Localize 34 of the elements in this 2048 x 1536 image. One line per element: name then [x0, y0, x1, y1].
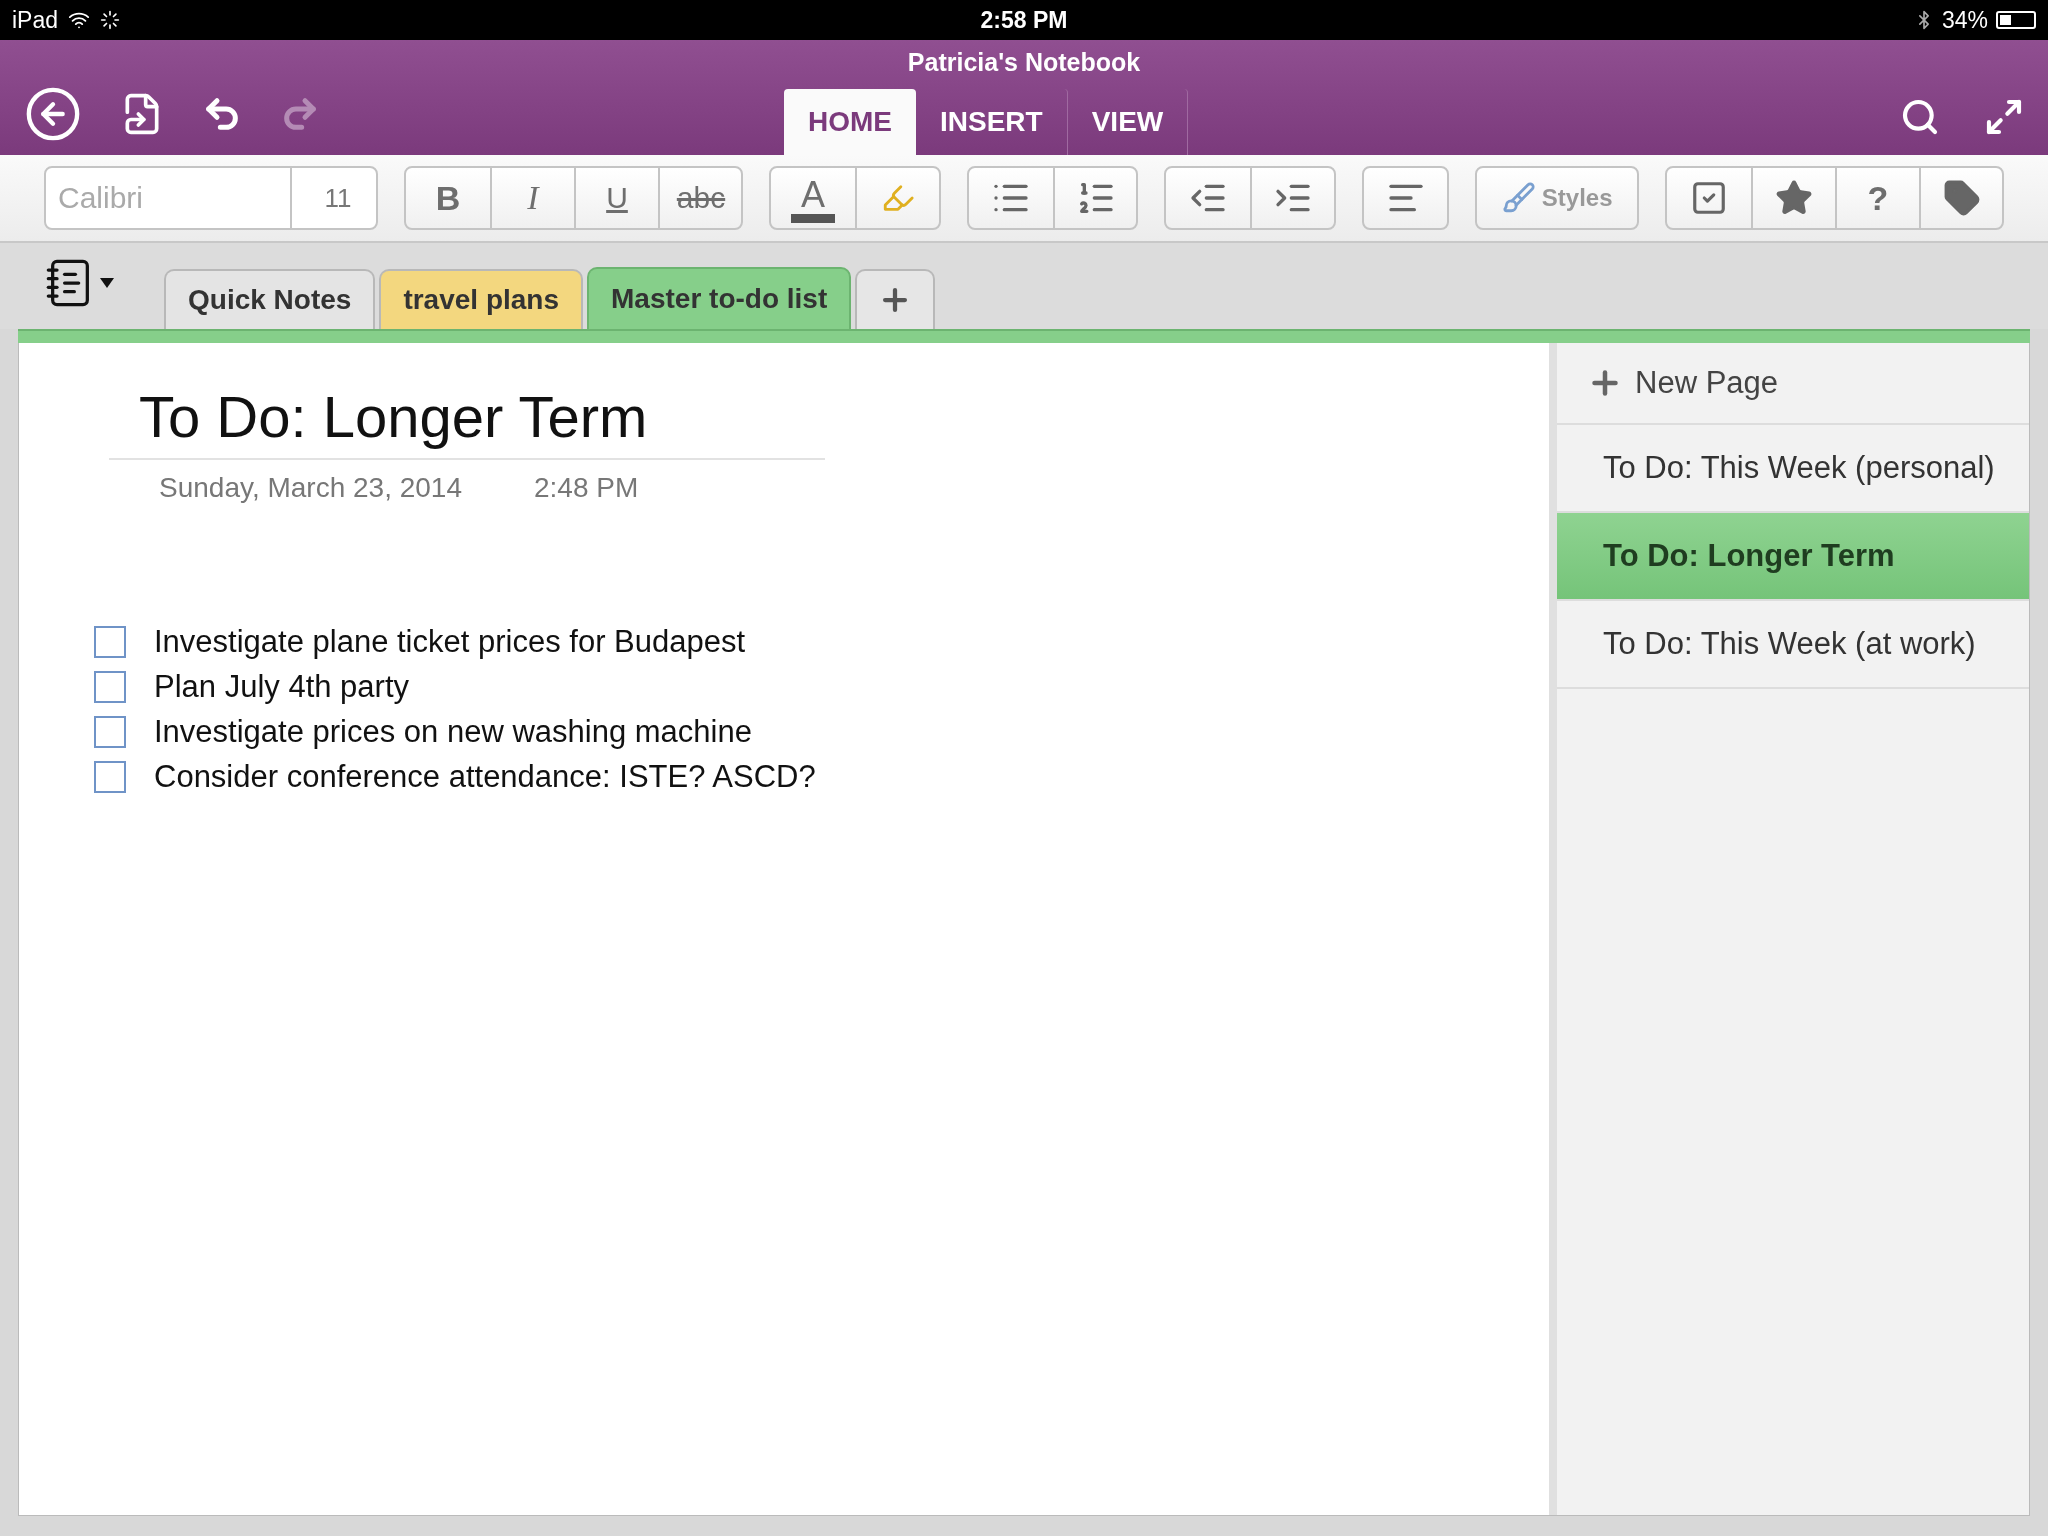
note-date: Sunday, March 23, 2014: [159, 472, 462, 504]
expand-icon[interactable]: [1984, 97, 2024, 137]
add-section-icon[interactable]: [855, 269, 936, 329]
todo-checkbox[interactable]: [94, 716, 126, 748]
section-tab[interactable]: travel plans: [379, 269, 584, 329]
todo-text: Investigate plane ticket prices for Budapest: [154, 624, 746, 660]
todo-text: Investigate prices on new washing machine: [154, 714, 752, 750]
search-icon[interactable]: [1900, 97, 1940, 137]
note-time: 2:48 PM: [534, 472, 639, 504]
section-tab[interactable]: Master to-do list: [587, 267, 852, 329]
todo-text: Consider conference attendance: ISTE? ASCD?: [154, 759, 816, 795]
ribbon-tab[interactable]: HOME: [784, 89, 916, 155]
battery-percent: 34%: [1941, 6, 1988, 34]
activity-icon: [100, 10, 121, 30]
notebook-icon[interactable]: [44, 257, 114, 309]
device-name: iPad: [12, 6, 59, 34]
section-tab[interactable]: Quick Notes: [164, 269, 376, 329]
todo-text: Plan July 4th party: [154, 669, 410, 705]
battery-icon: [1996, 11, 2036, 29]
italic-button[interactable]: I: [490, 168, 574, 228]
underline-button[interactable]: U: [574, 168, 658, 228]
font-field[interactable]: Calibri 11: [44, 166, 378, 230]
back-icon[interactable]: [24, 85, 82, 143]
brush-icon: [1501, 181, 1536, 215]
font-size-field[interactable]: 11: [290, 168, 384, 228]
page-list-item[interactable]: To Do: Longer Term: [1557, 513, 2029, 601]
note-title: To Do: Longer Term: [138, 383, 648, 450]
clock-time: 2:58 PM: [980, 6, 1068, 34]
bold-button[interactable]: B: [406, 168, 490, 228]
todo-checkbox[interactable]: [94, 626, 126, 658]
todo-checkbox[interactable]: [94, 671, 126, 703]
todo-checkbox[interactable]: [94, 761, 126, 793]
notebook-title: Patricia's Notebook: [906, 47, 1142, 78]
strikethrough-button[interactable]: abc: [658, 168, 742, 228]
